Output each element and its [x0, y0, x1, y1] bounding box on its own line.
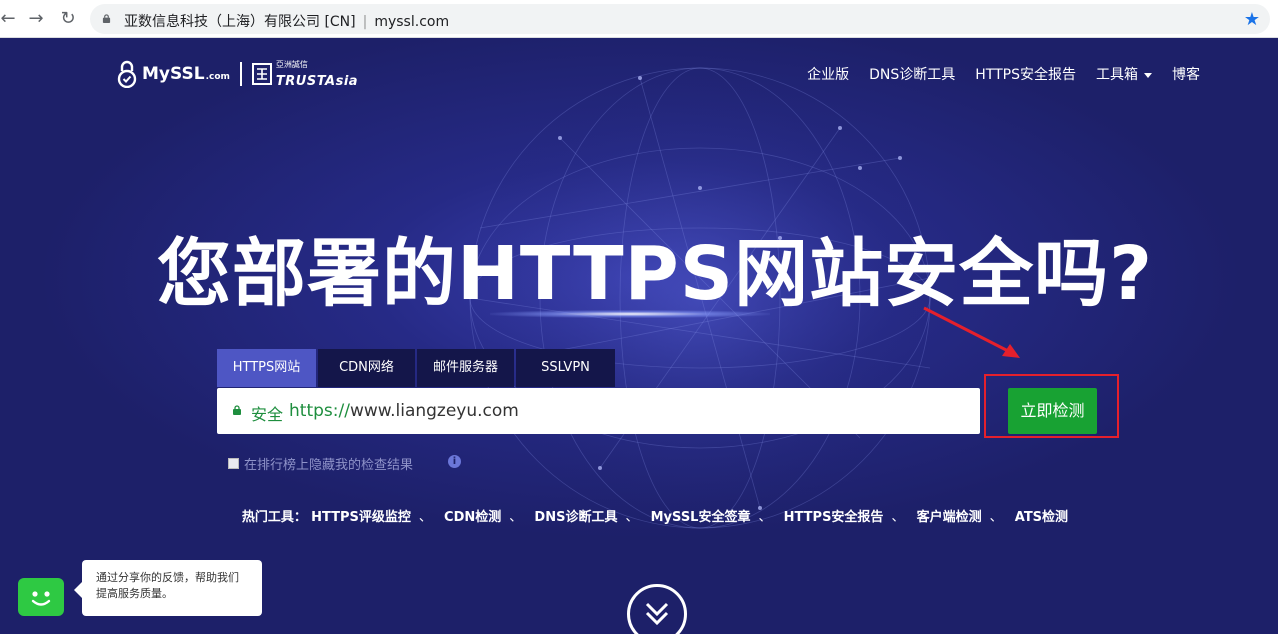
headline-glow	[490, 310, 770, 318]
chat-face-icon	[31, 591, 51, 606]
padlock-logo-icon	[117, 60, 137, 88]
hero-section: MySSL .com 亞洲誠信 TRUSTAsia 企业版 DNS诊断工具 HT…	[0, 38, 1278, 634]
hot-tool-link[interactable]: ATS检测	[1015, 510, 1068, 525]
secure-lock-icon	[233, 405, 241, 415]
nav-item-toolbox[interactable]: 工具箱	[1096, 64, 1152, 84]
nav-item-enterprise[interactable]: 企业版	[807, 64, 849, 84]
tab-mail-server[interactable]: 邮件服务器	[417, 349, 514, 387]
logo-brand: MySSL	[142, 64, 205, 84]
logo-suffix: .com	[205, 72, 230, 82]
back-arrow-icon[interactable]: ←	[0, 7, 20, 31]
feedback-tooltip: 通过分享你的反馈，帮助我们提高服务质量。	[74, 560, 262, 616]
chevron-down-icon	[1144, 72, 1152, 78]
nav-item-toolbox-label: 工具箱	[1096, 67, 1138, 83]
hot-tools-bar: 热门工具： HTTPS评级监控、 CDN检测、 DNS诊断工具、 MySSL安全…	[0, 506, 1278, 525]
info-icon[interactable]: i	[448, 455, 461, 468]
top-navigation: 企业版 DNS诊断工具 HTTPS安全报告 工具箱 博客	[807, 64, 1200, 84]
nav-item-https-report[interactable]: HTTPS安全报告	[975, 64, 1076, 84]
url-text: myssl.com	[374, 14, 450, 30]
hot-tools-separator: 、	[891, 510, 905, 525]
browser-toolbar: ← → ↻ 亚数信息科技（上海）有限公司 [CN] | myssl.com ★	[0, 0, 1278, 38]
site-logo[interactable]: MySSL .com 亞洲誠信 TRUSTAsia	[116, 59, 358, 89]
feedback-chat-button[interactable]	[18, 578, 64, 616]
hot-tools-separator: 、	[758, 510, 772, 525]
site-identity: 亚数信息科技（上海）有限公司 [CN]	[124, 14, 356, 30]
hot-tools-separator: 、	[989, 510, 1003, 525]
partner-cn-name: 亞洲誠信	[275, 60, 308, 69]
hot-tool-link[interactable]: CDN检测	[444, 510, 501, 525]
tab-https-site[interactable]: HTTPS网站	[217, 349, 316, 387]
lock-icon	[102, 14, 111, 23]
address-separator: |	[362, 14, 368, 30]
scroll-down-button[interactable]	[627, 584, 687, 634]
hot-tool-link[interactable]: DNS诊断工具	[534, 510, 617, 525]
hot-tools-separator: 、	[625, 510, 639, 525]
url-input[interactable]: https://www.liangzeyu.com	[289, 401, 519, 421]
network-globe-graphic	[460, 58, 940, 538]
hot-tool-link[interactable]: HTTPS评级监控	[311, 510, 411, 525]
trustasia-mark-icon	[251, 63, 272, 85]
hot-tools-separator: 、	[509, 510, 523, 525]
url-search-box[interactable]: 安全 https://www.liangzeyu.com	[217, 388, 980, 434]
hot-tool-link[interactable]: 客户端检测	[917, 510, 982, 525]
address-text: 亚数信息科技（上海）有限公司 [CN] | myssl.com	[124, 11, 449, 31]
tab-cdn[interactable]: CDN网络	[318, 349, 415, 387]
logo-divider	[239, 62, 242, 86]
secure-label: 安全	[251, 405, 284, 424]
annotation-arrow	[923, 306, 1020, 358]
hide-result-option[interactable]: 在排行榜上隐藏我的检查结果	[228, 454, 413, 473]
reload-icon[interactable]: ↻	[56, 7, 80, 31]
hero-headline: 您部署的HTTPS网站安全吗?	[156, 231, 1154, 317]
annotation-highlight-box	[984, 374, 1119, 438]
chevron-double-down-icon	[645, 602, 669, 626]
partner-name: TRUSTAsia	[275, 74, 359, 89]
tab-sslvpn[interactable]: SSLVPN	[516, 349, 615, 387]
star-icon[interactable]: ★	[1244, 9, 1260, 30]
partner-logo-text: 亞洲誠信 TRUSTAsia	[276, 59, 358, 89]
hide-result-checkbox[interactable]	[228, 458, 239, 469]
address-bar[interactable]: 亚数信息科技（上海）有限公司 [CN] | myssl.com ★	[90, 4, 1270, 34]
hot-tools-separator: 、	[418, 510, 432, 525]
hot-tools-label: 热门工具：	[241, 510, 307, 525]
url-host: www.liangzeyu.com	[349, 401, 519, 421]
url-scheme: https://	[289, 401, 350, 421]
hide-result-label: 在排行榜上隐藏我的检查结果	[244, 458, 414, 473]
scan-type-tabs: HTTPS网站 CDN网络 邮件服务器 SSLVPN	[217, 349, 615, 387]
hot-tool-link[interactable]: MySSL安全签章	[651, 510, 751, 525]
forward-arrow-icon[interactable]: →	[24, 7, 48, 31]
nav-item-dns-tool[interactable]: DNS诊断工具	[869, 64, 955, 84]
nav-item-blog[interactable]: 博客	[1172, 64, 1200, 84]
hot-tool-link[interactable]: HTTPS安全报告	[784, 510, 884, 525]
